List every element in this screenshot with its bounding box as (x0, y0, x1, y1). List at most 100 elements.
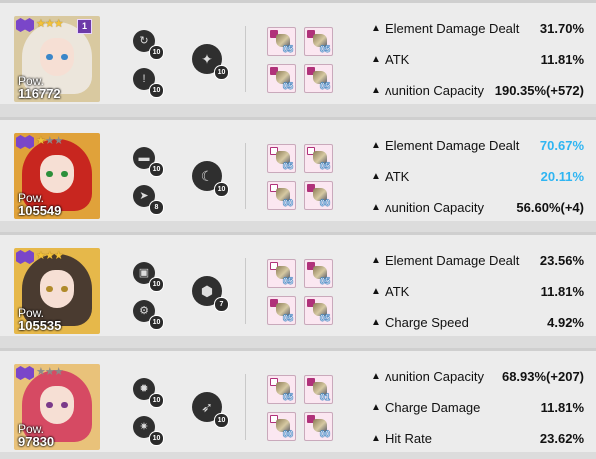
star-icon: ★ (44, 18, 55, 30)
triangle-bullet-icon: ▲ (371, 202, 381, 213)
gear-level: 05 (282, 161, 293, 171)
stat-value: 11.81% (540, 52, 584, 67)
stat-value: 70.67% (539, 138, 584, 153)
stat-line: ▲ Element Damage Dealt 23.56% (368, 251, 586, 271)
gear-level: 05 (282, 276, 293, 286)
stat-line: ▲ ATK 20.11% (368, 167, 586, 187)
gear-slot[interactable]: 01 (304, 375, 333, 404)
stat-value: 190.35%(+572) (494, 83, 584, 98)
gear-slot[interactable]: 05 (304, 259, 333, 288)
triangle-bullet-icon: ▲ (371, 255, 381, 266)
stat-name: Hit Rate (385, 431, 432, 446)
stat-name: Element Damage Dealt (385, 253, 520, 268)
stat-value: 23.56% (539, 253, 584, 268)
skill1-level-badge: 10 (149, 162, 164, 177)
gear-slot[interactable]: 05 (267, 259, 296, 288)
character-eye (46, 286, 53, 292)
character-eye (61, 54, 68, 60)
triangle-bullet-icon: ▲ (371, 140, 381, 151)
section-divider (245, 143, 246, 209)
skill1-level-badge: 10 (149, 277, 164, 292)
section-divider (245, 374, 246, 440)
stat-line: ▲ Element Damage Dealt 31.70% (368, 19, 586, 39)
triangle-bullet-icon: ▲ (371, 171, 381, 182)
stat-name: ATK (385, 169, 410, 184)
stat-line: ▲ ʌunition Capacity 190.35%(+572) (368, 81, 586, 101)
star-icon: ★ (36, 366, 46, 378)
skill2-level-badge: 10 (149, 315, 164, 330)
star-icon: ★ (44, 250, 55, 262)
character-portrait[interactable]: ★★★ Pow. 97830 (14, 364, 100, 450)
triangle-bullet-icon: ▲ (371, 402, 381, 413)
gear-level: 00 (282, 198, 293, 208)
skill1-level-badge: 10 (149, 45, 164, 60)
gear-slot[interactable]: 05 (267, 144, 296, 173)
gear-slot[interactable]: 05 (267, 27, 296, 56)
star-icon: ★ (53, 366, 64, 378)
burst-level-badge: 7 (214, 297, 229, 312)
gear-slot[interactable]: 05 (267, 296, 296, 325)
star-icon: ★ (44, 135, 55, 147)
section-divider (245, 258, 246, 324)
stat-line: ▲ ʌunition Capacity 56.60%(+4) (368, 198, 586, 218)
stat-line: ▲ ATK 11.81% (368, 282, 586, 302)
star-rating: ★★★ (36, 366, 64, 379)
triangle-bullet-icon: ▲ (371, 371, 381, 382)
character-portrait[interactable]: ★★★ 1 Pow. 116772 (14, 16, 100, 102)
character-row[interactable]: ★★★ Pow. 105535 ▣ 10 ⚙ 10 ⬢ 7 05 05 05 0… (0, 232, 596, 336)
gear-level: 00 (319, 198, 330, 208)
gear-level: 05 (282, 81, 293, 91)
star-icon: ★ (44, 366, 55, 378)
character-row[interactable]: ★★★ Pow. 97830 ✹ 10 ✷ 10 ➶ 10 05 01 00 0… (0, 348, 596, 452)
burst-level-badge: 10 (214, 413, 229, 428)
character-eye (61, 402, 68, 408)
gear-slot[interactable]: 05 (304, 296, 333, 325)
star-rating: ★★★ (36, 18, 64, 31)
star-icon: ★ (53, 250, 64, 262)
gear-slot[interactable]: 00 (267, 412, 296, 441)
star-icon: ★ (36, 18, 46, 30)
character-row[interactable]: ★★★ 1 Pow. 116772 ↻ 10 ! 10 ✦ 10 05 05 0… (0, 0, 596, 104)
skill2-level-badge: 10 (149, 83, 164, 98)
stat-value: 31.70% (539, 21, 584, 36)
burst-level-badge: 10 (214, 65, 229, 80)
gear-level: 05 (319, 276, 330, 286)
star-icon: ★ (36, 250, 46, 262)
character-eye (46, 171, 53, 177)
gear-slot[interactable]: 00 (304, 412, 333, 441)
power-value: 105549 (18, 203, 62, 218)
stat-name: ʌunition Capacity (385, 369, 484, 384)
gear-slot[interactable]: 05 (304, 144, 333, 173)
gear-slot[interactable]: 00 (304, 181, 333, 210)
stat-line: ▲ ATK 11.81% (368, 50, 586, 70)
stat-value: 56.60%(+4) (516, 200, 584, 215)
gear-level: 00 (319, 429, 330, 439)
star-rating: ★★★ (36, 135, 64, 148)
skill2-level-badge: 10 (149, 431, 164, 446)
triangle-bullet-icon: ▲ (371, 317, 381, 328)
gear-level: 05 (282, 392, 293, 402)
stat-line: ▲ Charge Speed 4.92% (368, 313, 586, 333)
gear-slot[interactable]: 05 (267, 375, 296, 404)
stat-value: 23.62% (539, 431, 584, 446)
gear-slot[interactable]: 05 (304, 27, 333, 56)
stat-name: ʌunition Capacity (385, 200, 484, 215)
character-portrait[interactable]: ★★★ Pow. 105535 (14, 248, 100, 334)
stat-name: Charge Speed (385, 315, 469, 330)
stat-value: 11.81% (540, 284, 584, 299)
triangle-bullet-icon: ▲ (371, 85, 381, 96)
character-portrait[interactable]: ★★★ Pow. 105549 (14, 133, 100, 219)
gear-slot[interactable]: 05 (304, 64, 333, 93)
gear-slot[interactable]: 05 (267, 64, 296, 93)
stat-value: 68.93%(+207) (501, 369, 584, 384)
stat-line: ▲ Hit Rate 23.62% (368, 429, 586, 449)
stat-value: 11.81% (540, 400, 584, 415)
stat-value: 4.92% (547, 315, 584, 330)
gear-level: 00 (282, 429, 293, 439)
power-value: 105535 (18, 318, 62, 333)
gear-slot[interactable]: 00 (267, 181, 296, 210)
gear-level: 05 (319, 161, 330, 171)
character-row[interactable]: ★★★ Pow. 105549 ▬ 10 ➤ 8 ☾ 10 05 05 00 0… (0, 117, 596, 221)
skill2-level-badge: 8 (149, 200, 164, 215)
stat-line: ▲ ʌunition Capacity 68.93%(+207) (368, 367, 586, 387)
